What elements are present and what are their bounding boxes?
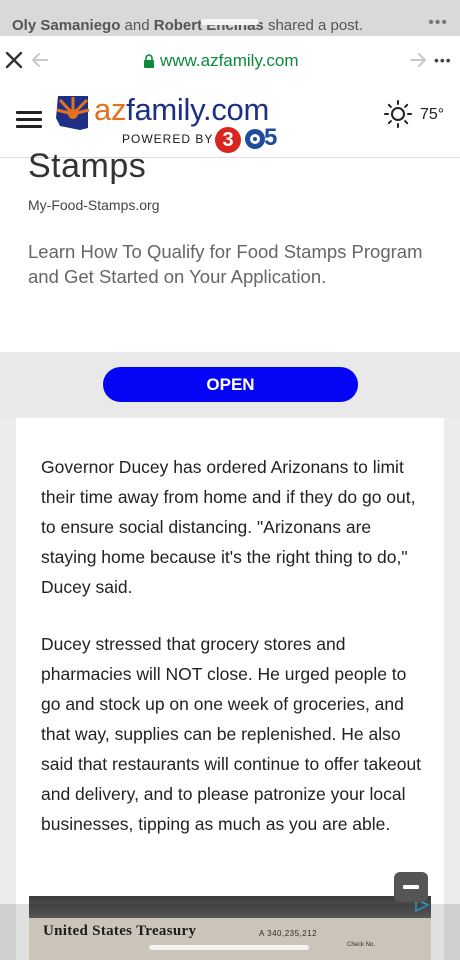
channel-3-logo: 3 bbox=[215, 127, 241, 153]
home-indicator[interactable] bbox=[149, 945, 309, 950]
share-text[interactable]: Oly Samaniego and Robert Encinas shared … bbox=[12, 17, 363, 34]
article-paragraph: Ducey stressed that grocery stores and p… bbox=[41, 634, 422, 834]
menu-icon[interactable] bbox=[16, 111, 42, 129]
bottom-overlay bbox=[0, 904, 460, 960]
powered-by-label: POWERED BY bbox=[122, 132, 214, 146]
logo-prefix: az bbox=[94, 92, 127, 127]
channel-5-logo: 5 bbox=[264, 124, 278, 151]
arizona-logo-icon[interactable] bbox=[54, 94, 92, 132]
article-paragraph: Governor Ducey has ordered Arizonans to … bbox=[41, 457, 416, 597]
ad-minimize-button[interactable] bbox=[394, 872, 428, 902]
logo-rest: family.com bbox=[126, 92, 269, 127]
ad-domain[interactable]: My-Food-Stamps.org bbox=[28, 197, 159, 213]
back-arrow-icon[interactable] bbox=[30, 50, 50, 70]
close-icon[interactable] bbox=[4, 50, 24, 70]
sheet-grab-handle[interactable] bbox=[201, 19, 259, 25]
site-logo-text[interactable]: azfamily.com bbox=[94, 92, 269, 128]
minus-icon bbox=[403, 885, 419, 889]
share-strip: Oly Samaniego and Robert Encinas shared … bbox=[0, 0, 460, 36]
ad-open-button[interactable]: OPEN bbox=[103, 367, 358, 402]
forward-arrow-icon[interactable] bbox=[408, 50, 428, 70]
share-more-button[interactable]: ••• bbox=[428, 14, 448, 32]
browser-bar: www.azfamily.com ••• bbox=[0, 36, 460, 84]
share-and: and bbox=[124, 17, 150, 34]
cbs-eye-icon bbox=[245, 129, 265, 149]
browser-more-button[interactable]: ••• bbox=[434, 53, 452, 67]
sharer-name-1[interactable]: Oly Samaniego bbox=[12, 17, 120, 34]
url-display[interactable]: www.azfamily.com bbox=[143, 51, 299, 71]
ad-body: Learn How To Qualify for Food Stamps Pro… bbox=[28, 241, 423, 287]
ad-title[interactable]: Stamps bbox=[28, 147, 146, 186]
share-action: shared a post. bbox=[267, 17, 364, 34]
lock-icon bbox=[144, 54, 154, 68]
temperature-label[interactable]: 75° bbox=[420, 106, 444, 124]
ad-unit[interactable]: Stamps My-Food-Stamps.org Learn How To Q… bbox=[0, 147, 460, 352]
url-text: www.azfamily.com bbox=[160, 51, 299, 70]
sun-icon[interactable] bbox=[384, 100, 412, 128]
